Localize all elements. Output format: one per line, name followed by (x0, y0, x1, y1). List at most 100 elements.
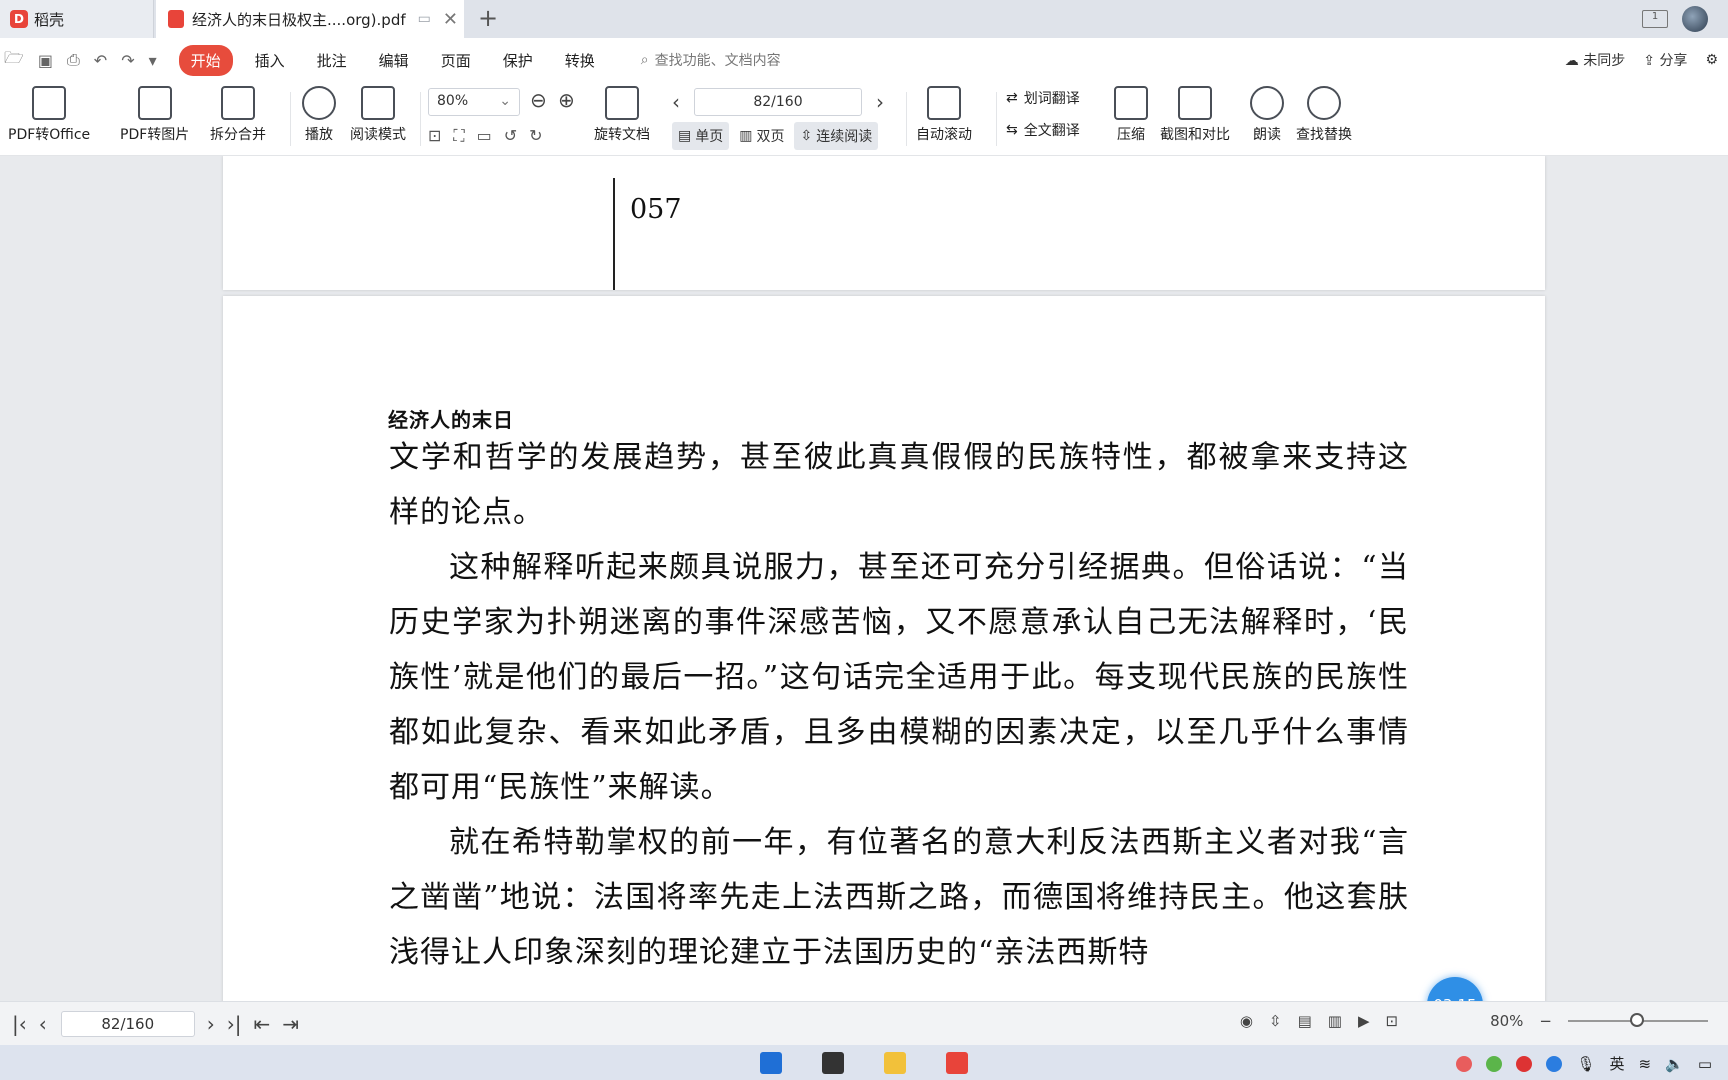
volume-icon[interactable]: 🔈 (1665, 1055, 1684, 1073)
zoom-select[interactable]: 80% ⌄ (428, 88, 520, 116)
security-icon[interactable] (1546, 1055, 1563, 1072)
print-icon[interactable]: ⎙ (67, 50, 80, 70)
pdf-to-image-button[interactable]: PDF转图片 (120, 86, 189, 144)
zoom-in-icon[interactable]: ⊕ (558, 88, 575, 112)
feature-search[interactable]: ⌕ 查找功能、文档内容 (641, 50, 781, 70)
system-tray: 🎙 英 ≋ 🔈 ▭ (1456, 1053, 1712, 1074)
next-page-icon[interactable]: › (207, 1012, 215, 1036)
wifi-icon[interactable]: ≋ (1639, 1055, 1652, 1073)
next-page-icon[interactable]: › (876, 90, 884, 114)
microphone-icon[interactable]: 🎙 (1576, 1055, 1595, 1073)
status-page-input[interactable]: 82/160 (60, 1010, 195, 1037)
redo-icon[interactable]: ↷ (121, 51, 134, 70)
menu-page[interactable]: 页面 (425, 45, 487, 76)
continuous-read-button[interactable]: ⇳ 连续阅读 (794, 122, 879, 150)
zoom-slider[interactable] (1568, 1013, 1708, 1027)
page-number-input[interactable]: 82/160 (694, 88, 862, 116)
single-view-icon[interactable]: ▤ (1298, 1012, 1312, 1030)
tray-wps-icon[interactable] (1516, 1055, 1533, 1072)
pdf-to-office-label: PDF转Office (8, 127, 91, 143)
double-view-icon[interactable]: ▥ (1328, 1012, 1342, 1030)
menu-convert[interactable]: 转换 (549, 45, 611, 76)
read-aloud-label: 朗读 (1253, 127, 1281, 143)
prev-page-icon[interactable]: ‹ (39, 1012, 47, 1036)
forward-icon[interactable]: ⇥ (282, 1012, 299, 1036)
rotate-left-icon[interactable]: ↺ (504, 126, 517, 146)
share-button[interactable]: ⇪ 分享 (1643, 50, 1687, 70)
compress-button[interactable]: 压缩 (1114, 86, 1148, 144)
ime-indicator[interactable]: 英 (1610, 1053, 1625, 1074)
find-replace-button[interactable]: 查找替换 (1296, 86, 1352, 144)
pdf-to-office-button[interactable]: PDF转Office (8, 86, 90, 144)
menu-row: 🗁 ▣ ⎙ ↶ ↷ ▾ 开始 插入 批注 编辑 页面 保护 转换 ⌕ 查找功能、… (0, 38, 1728, 82)
undo-icon[interactable]: ↶ (94, 51, 107, 70)
prev-page-icon[interactable]: ‹ (672, 90, 680, 114)
read-aloud-button[interactable]: 朗读 (1250, 86, 1284, 144)
paragraph: 文学和哲学的发展趋势，甚至彼此真真假假的民族特性，都被拿来支持这样的论点。 (389, 440, 1409, 530)
single-page-button[interactable]: ▤ 单页 (672, 122, 730, 150)
screenshot-icon (1178, 86, 1212, 120)
more-icon[interactable]: ▾ (149, 51, 157, 70)
window-layout-icon[interactable]: 1 (1642, 10, 1668, 28)
search-placeholder: 查找功能、文档内容 (654, 53, 781, 69)
continuous-view-icon[interactable]: ⇳ (1269, 1012, 1282, 1030)
document-viewport[interactable]: 057 经济人的末日 文学和哲学的发展趋势，甚至彼此真真假假的民族特性，都被拿来… (0, 156, 1728, 1001)
main-menu: 开始 插入 批注 编辑 页面 保护 转换 (178, 44, 611, 76)
word-translate-button[interactable]: ⇄ 划词翻译 (1006, 88, 1080, 108)
tray-app-icon[interactable] (1456, 1055, 1473, 1072)
tab-document[interactable]: 经济人的末日极权主....org).pdf ▭ ✕ (156, 0, 464, 38)
play-icon (302, 86, 336, 120)
magnifier-icon (1307, 86, 1341, 120)
menu-insert[interactable]: 插入 (239, 45, 301, 76)
paragraph: 这种解释听起来颇具说服力，甚至还可充分引经据典。但俗话说：“当历史学家为扑朔迷离… (389, 550, 1409, 805)
auto-scroll-button[interactable]: 自动滚动 (916, 86, 972, 144)
close-tab-icon[interactable]: ✕ (443, 9, 458, 30)
actual-size-icon[interactable]: ⊡ (1386, 1012, 1399, 1030)
back-icon[interactable]: ⇤ (254, 1012, 271, 1036)
zoom-slider-knob[interactable] (1630, 1013, 1644, 1027)
user-avatar[interactable] (1682, 6, 1708, 32)
zoom-out-icon[interactable]: ⊖ (530, 88, 547, 112)
open-folder-icon[interactable]: 🗁 (4, 47, 24, 74)
last-page-icon[interactable]: ›| (227, 1012, 242, 1036)
pdf-to-office-icon (32, 86, 67, 120)
actual-size-icon[interactable]: ⊡ (428, 126, 441, 146)
save-icon[interactable]: ▣ (38, 51, 53, 70)
monitor-icon[interactable]: ▭ (418, 11, 431, 27)
sync-button[interactable]: ☁ 未同步 (1565, 50, 1625, 70)
status-zoom[interactable]: 80% (1490, 1012, 1523, 1030)
screenshot-compare-button[interactable]: 截图和对比 (1160, 86, 1230, 144)
menu-edit[interactable]: 编辑 (363, 45, 425, 76)
rotate-document-button[interactable]: 旋转文档 (594, 86, 650, 144)
double-page-button[interactable]: ▥ 双页 (733, 122, 790, 150)
menu-protect[interactable]: 保护 (487, 45, 549, 76)
new-tab-button[interactable]: + (478, 4, 498, 32)
fit-width-icon[interactable]: ▭ (477, 126, 492, 146)
start-icon[interactable] (760, 1051, 782, 1074)
play-icon[interactable]: ▶ (1358, 1012, 1370, 1030)
menu-start[interactable]: 开始 (178, 44, 233, 76)
os-taskbar: 🎙 英 ≋ 🔈 ▭ (0, 1045, 1728, 1080)
first-page-icon[interactable]: |‹ (12, 1012, 27, 1036)
tab-home[interactable]: D 稻壳 (0, 0, 154, 38)
battery-icon[interactable]: ▭ (1698, 1055, 1712, 1073)
file-explorer-icon[interactable] (884, 1051, 906, 1074)
eye-icon[interactable]: ◉ (1240, 1012, 1253, 1030)
translate-icon: ⇄ (1006, 90, 1018, 106)
split-merge-label: 拆分合并 (210, 127, 266, 143)
tab-document-title: 经济人的末日极权主....org).pdf (192, 10, 406, 29)
wps-icon[interactable] (946, 1051, 968, 1074)
pdf-icon (168, 10, 184, 28)
rotate-right-icon[interactable]: ↻ (529, 126, 542, 146)
zoom-out-icon[interactable]: − (1539, 1012, 1552, 1030)
menu-annotate[interactable]: 批注 (301, 45, 363, 76)
chevron-down-icon: ⌄ (499, 93, 511, 109)
full-translate-button[interactable]: ⇆ 全文翻译 (1006, 120, 1080, 140)
task-view-icon[interactable] (822, 1051, 844, 1074)
read-mode-button[interactable]: 阅读模式 (350, 86, 406, 144)
settings-icon[interactable]: ⚙ (1705, 52, 1718, 68)
split-merge-button[interactable]: 拆分合并 (210, 86, 266, 144)
fit-page-icon[interactable]: ⛶ (453, 126, 464, 146)
play-button[interactable]: 播放 (302, 86, 336, 144)
tray-app-icon[interactable] (1486, 1055, 1503, 1072)
